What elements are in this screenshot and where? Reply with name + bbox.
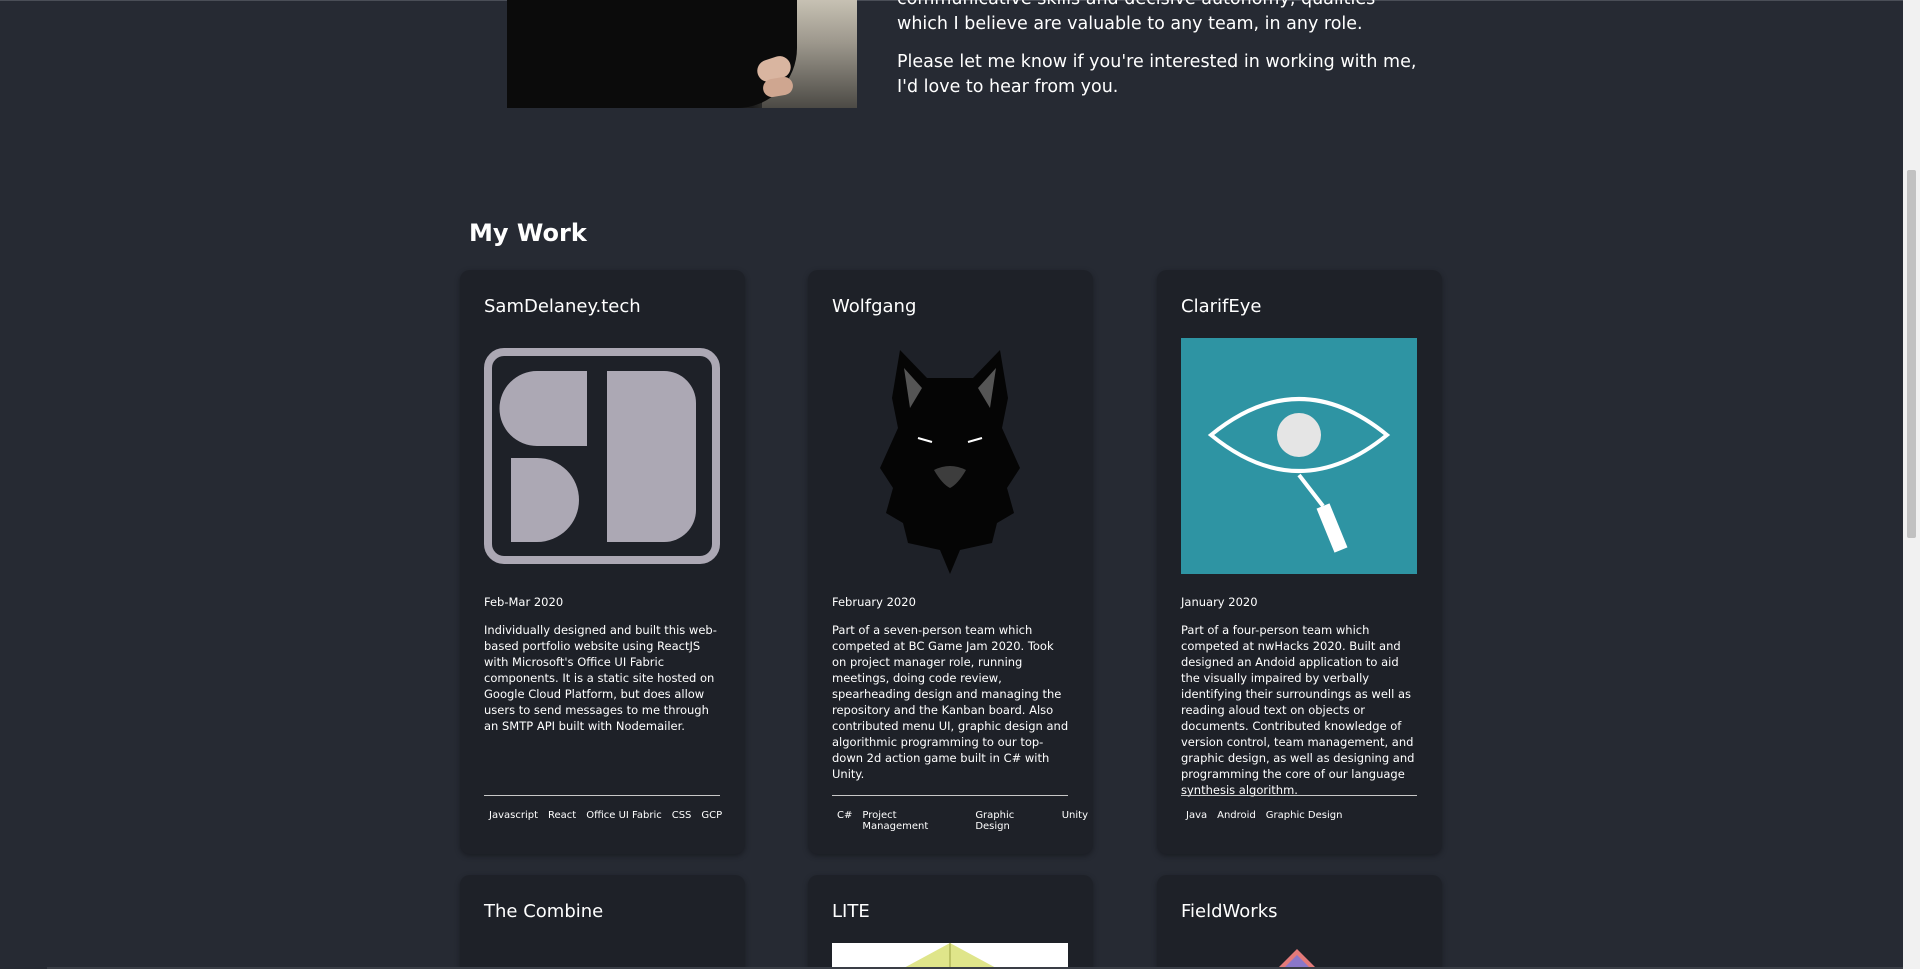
project-title: ClarifEye [1181,296,1262,317]
samdelaney-logo-icon [484,348,720,564]
project-card-samdelaney[interactable]: SamDelaney.tech Feb-Mar 2020 Individuall… [460,270,745,854]
bio-paragraph: Please let me know if you're interested … [897,52,1417,97]
project-description: Part of a four-person team which compete… [1181,623,1415,797]
project-title: LITE [832,901,870,922]
tag[interactable]: Java [1181,810,1212,821]
project-date: Feb-Mar 2020 [484,595,564,609]
tag[interactable]: GCP [696,810,727,821]
profile-photo [507,0,857,108]
tag[interactable]: Javascript [484,810,543,821]
project-description: Part of a seven-person team which compet… [832,623,1069,781]
card-divider [1181,795,1417,796]
project-title: SamDelaney.tech [484,296,641,317]
tag[interactable]: Project Management [857,810,970,832]
vertical-scrollbar[interactable] [1903,0,1920,969]
tag[interactable]: Unity [1057,810,1093,832]
project-card-clarifeye[interactable]: ClarifEye January 2020 Part of a four-pe… [1157,270,1442,854]
project-title: Wolfgang [832,296,917,317]
project-date: January 2020 [1181,595,1258,609]
tag[interactable]: Office UI Fabric [581,810,667,821]
fieldworks-logo-icon [1277,949,1317,969]
lite-logo-icon [832,943,1068,969]
project-card-fieldworks[interactable]: FieldWorks [1157,875,1442,969]
project-title: The Combine [484,901,604,922]
card-divider [484,795,720,796]
tag[interactable]: React [543,810,581,821]
card-divider [832,795,1068,796]
wolf-logo-icon [880,350,1020,574]
tag[interactable]: Graphic Design [1261,810,1348,821]
project-card-wolfgang[interactable]: Wolfgang February 2020 Part of a seven-p… [808,270,1093,854]
project-card-lite[interactable]: LITE [808,875,1093,969]
project-title: FieldWorks [1181,901,1278,922]
tag[interactable]: C# [832,810,857,832]
eye-magnifier-logo-icon [1181,338,1417,574]
tag-list: Java Android Graphic Design [1181,810,1347,821]
tag[interactable]: Graphic Design [970,810,1056,832]
project-date: February 2020 [832,595,916,609]
photo-person [507,0,797,108]
bio-paragraph: communicative skills and decisive autono… [897,0,1375,34]
section-title-my-work: My Work [469,219,587,247]
tag[interactable]: Android [1212,810,1261,821]
tag[interactable]: CSS [667,810,697,821]
tag-list: Javascript React Office UI Fabric CSS GC… [484,810,727,821]
scrollbar-thumb[interactable] [1907,170,1916,538]
project-description: Individually designed and built this web… [484,623,717,733]
tag-list: C# Project Management Graphic Design Uni… [832,810,1093,832]
project-card-the-combine[interactable]: The Combine [460,875,745,969]
